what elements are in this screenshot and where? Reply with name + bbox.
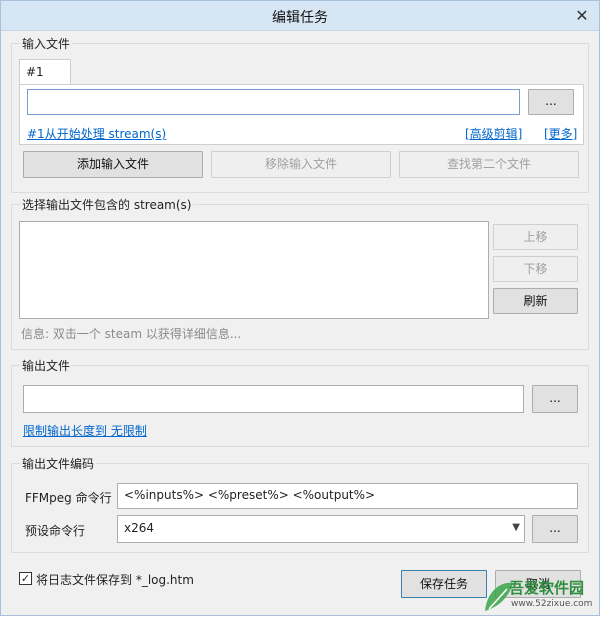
input-file-path[interactable] xyxy=(27,89,520,115)
encoding-title: 输出文件编码 xyxy=(20,455,97,472)
output-file-title: 输出文件 xyxy=(20,357,73,374)
save-task-button[interactable]: 保存任务 xyxy=(401,570,487,598)
move-down-button[interactable]: 下移 xyxy=(493,256,578,282)
chevron-down-icon: ▼ xyxy=(512,522,520,533)
watermark-logo: 吾爱软件园 www.52zixue.com xyxy=(479,571,599,615)
preset-value: x264 xyxy=(124,521,155,535)
add-input-file-button[interactable]: 添加输入文件 xyxy=(23,151,203,178)
streams-title: 选择输出文件包含的 stream(s) xyxy=(20,196,194,213)
ffmpeg-cmd-label: FFMpeg 命令行 xyxy=(25,491,112,505)
more-link[interactable]: [更多] xyxy=(544,125,577,142)
close-icon[interactable]: ✕ xyxy=(571,6,593,26)
limit-length-link[interactable]: 限制输出长度到 无限制 xyxy=(23,422,147,439)
preset-label: 预设命令行 xyxy=(25,524,86,538)
move-up-button[interactable]: 上移 xyxy=(493,224,578,250)
streams-list[interactable] xyxy=(19,221,489,319)
edit-task-window: 编辑任务 ✕ 输入文件 #1 ... #1从开始处理 stream(s) [高级… xyxy=(0,0,600,616)
watermark-name: 吾爱软件园 xyxy=(509,579,585,597)
save-log-checkbox[interactable]: ✓ xyxy=(19,572,32,585)
remove-input-file-button[interactable]: 移除输入文件 xyxy=(211,151,391,178)
start-stream-link[interactable]: #1从开始处理 stream(s) xyxy=(27,125,166,142)
window-title: 编辑任务 xyxy=(272,10,328,26)
save-log-label: 将日志文件保存到 *_log.htm xyxy=(36,573,194,587)
output-file-path[interactable] xyxy=(23,385,524,413)
streams-info-text: 信息: 双击一个 steam 以获得详细信息... xyxy=(21,327,242,341)
advanced-clip-link[interactable]: [高级剪辑] xyxy=(465,125,522,142)
preset-browse-button[interactable]: ... xyxy=(532,515,578,543)
tab-input-1[interactable]: #1 xyxy=(19,59,71,85)
ffmpeg-cmd-value: <%inputs%> <%preset%> <%output%> xyxy=(124,488,376,502)
input-browse-button[interactable]: ... xyxy=(528,89,574,115)
ffmpeg-cmd-input[interactable]: <%inputs%> <%preset%> <%output%> xyxy=(117,483,578,509)
output-browse-button[interactable]: ... xyxy=(532,385,578,413)
title-bar: 编辑任务 ✕ xyxy=(1,1,599,31)
refresh-button[interactable]: 刷新 xyxy=(493,288,578,314)
watermark-url: www.52zixue.com xyxy=(511,599,593,609)
preset-select[interactable]: x264 ▼ xyxy=(117,515,525,543)
find-second-file-button[interactable]: 查找第二个文件 xyxy=(399,151,579,178)
input-files-title: 输入文件 xyxy=(20,35,73,52)
